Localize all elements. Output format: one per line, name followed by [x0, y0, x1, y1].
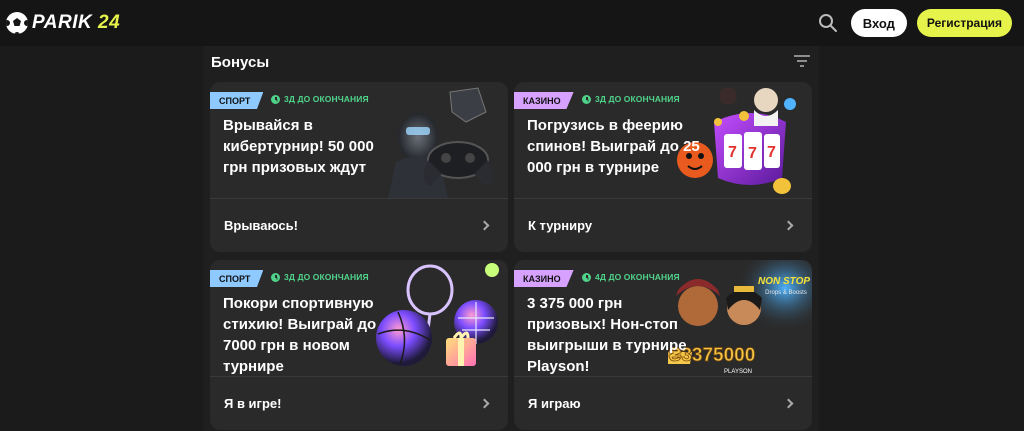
clock-icon: [582, 272, 591, 282]
bonus-heading: Врывайся в кибертурнир! 50 000 грн призо…: [223, 117, 374, 176]
art-brand-text: PLAYSON: [724, 369, 752, 375]
countdown-text: 3Д ДО ОКОНЧАНИЯ: [284, 94, 369, 104]
bonus-card[interactable]: КАЗИНО 4Д ДО ОКОНЧАНИЯ 3 375 000 грн при…: [514, 260, 812, 430]
bonus-card[interactable]: СПОРТ 3Д ДО ОКОНЧАНИЯ Врывайся в киберту…: [210, 82, 508, 252]
bonus-heading: Погрузись в феерию спинов! Выиграй до 25…: [527, 117, 700, 176]
chevron-right-icon: [479, 398, 490, 409]
card-action[interactable]: Я играю: [514, 377, 812, 430]
soccer-ball-icon: [6, 12, 28, 34]
chevron-right-icon: [479, 220, 490, 231]
countdown: 3Д ДО ОКОНЧАНИЯ: [271, 94, 369, 104]
card-action-label: К турниру: [528, 218, 593, 233]
art-badge-text: NON STOP: [758, 276, 810, 287]
svg-text:7: 7: [767, 144, 776, 161]
clock-icon: [582, 94, 591, 104]
clock-icon: [271, 94, 280, 104]
logo-text: PARIK 24: [32, 12, 121, 33]
bonuses-panel: Бонусы СПОРТ 3Д ДО ОКОНЧАНИЯ Врывайся в …: [203, 46, 819, 431]
clock-icon: [271, 272, 280, 282]
logo[interactable]: PARIK 24: [6, 12, 120, 34]
register-button[interactable]: Регистрация: [916, 9, 1012, 37]
bonus-card[interactable]: СПОРТ 3Д ДО ОКОНЧАНИЯ Покори спортивную …: [210, 260, 508, 430]
card-action[interactable]: Я в игре!: [210, 377, 508, 430]
art-sub-text: Drops & Boosts: [765, 290, 807, 296]
svg-text:7: 7: [748, 145, 757, 162]
card-action-label: Я играю: [528, 396, 581, 411]
category-tag: КАЗИНО: [514, 92, 574, 109]
category-tag: СПОРТ: [210, 92, 264, 109]
countdown-text: 3Д ДО ОКОНЧАНИЯ: [284, 272, 369, 282]
card-action-label: Я в игре!: [224, 396, 282, 411]
bonus-heading: Покори спортивную стихию! Выиграй до 700…: [223, 295, 377, 375]
filter-icon[interactable]: [794, 54, 810, 68]
countdown: 3Д ДО ОКОНЧАНИЯ: [271, 272, 369, 282]
category-tag: СПОРТ: [210, 270, 264, 287]
bonus-heading: 3 375 000 грн призовых! Нон-стоп выигрыш…: [527, 295, 687, 375]
svg-text:7: 7: [728, 144, 737, 161]
top-navigation-bar: PARIK 24 Вход Регистрация: [0, 0, 1024, 46]
card-action[interactable]: Врываюсь!: [210, 199, 508, 252]
login-button[interactable]: Вход: [850, 9, 907, 37]
page-title: Бонусы: [211, 54, 270, 71]
search-icon[interactable]: [817, 12, 839, 34]
chevron-right-icon: [783, 220, 794, 231]
bonus-card[interactable]: КАЗИНО 3Д ДО ОКОНЧАНИЯ Погрузись в феери…: [514, 82, 812, 252]
chevron-right-icon: [783, 398, 794, 409]
category-tag: КАЗИНО: [514, 270, 574, 287]
card-action[interactable]: К турниру: [514, 199, 812, 252]
card-action-label: Врываюсь!: [224, 218, 298, 233]
